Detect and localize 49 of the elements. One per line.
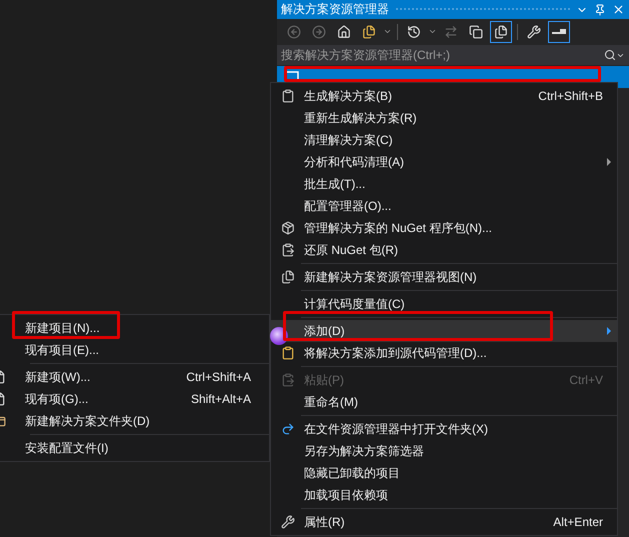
search-field[interactable]: 搜索解决方案资源管理器(Ctrl+;) (277, 45, 629, 65)
menu-item[interactable]: 管理解决方案的 NuGet 程序包(N)... (271, 217, 617, 239)
wrench-icon (280, 515, 294, 529)
sync-arrows-icon (444, 24, 458, 38)
search-icon (604, 49, 616, 61)
show-all-files-button[interactable] (490, 20, 512, 42)
files-icon (362, 24, 376, 38)
menu-item[interactable]: 批生成(T)... (271, 173, 617, 195)
menu-item[interactable]: 隐藏已卸载的项目 (271, 462, 617, 484)
menu-item[interactable]: 现有项目(E)... (0, 339, 269, 361)
menu-item[interactable]: 还原 NuGet 包(R) (271, 239, 617, 261)
menu-item[interactable]: 重新生成解决方案(R) (271, 107, 617, 129)
menu-item[interactable]: 加载项目依赖项 (271, 484, 617, 506)
menu-item[interactable]: 计算代码度量值(C) (271, 293, 617, 315)
wrench-icon (527, 24, 541, 38)
clipboard-icon (280, 89, 294, 103)
menu-item[interactable]: 生成解决方案(B) Ctrl+Shift+B (271, 85, 617, 107)
forward-icon (312, 24, 326, 38)
menu-item[interactable]: 分析和代码清理(A) (271, 151, 617, 173)
menu-item[interactable]: 安装配置文件(I) (0, 437, 269, 459)
menu-item[interactable]: 另存为解决方案筛选器 (271, 440, 617, 462)
menu-item[interactable]: 新建解决方案文件夹(D) (0, 410, 269, 432)
copy-icon (469, 24, 483, 38)
close-icon[interactable] (612, 3, 625, 16)
package-icon (280, 221, 294, 235)
pin-icon[interactable] (594, 4, 606, 16)
menu-item[interactable]: 新建项目(N)... (0, 317, 269, 339)
menu-item[interactable]: 属性(R) Alt+Enter (271, 511, 617, 533)
menu-item[interactable]: 新建解决方案资源管理器视图(N) (271, 266, 617, 288)
caret-icon[interactable] (428, 27, 437, 36)
caret-icon[interactable] (383, 27, 392, 36)
clipboard-icon (280, 346, 294, 360)
redo-arrow-icon (280, 422, 294, 436)
preview-button[interactable] (548, 20, 570, 42)
preview-icon (552, 28, 566, 34)
home-icon (337, 24, 351, 38)
clipboard-icon (280, 373, 294, 387)
menu-item[interactable]: 新建项(W)... Ctrl+Shift+A (0, 366, 269, 388)
back-icon (287, 24, 301, 38)
menu-item[interactable]: 清理解决方案(C) (271, 129, 617, 151)
menu-item[interactable]: 在文件资源管理器中打开文件夹(X) (271, 418, 617, 440)
clipboard-icon (280, 243, 294, 257)
menu-item[interactable]: 现有项(G)... Shift+Alt+A (0, 388, 269, 410)
panel-title: 解决方案资源管理器 (281, 1, 389, 18)
menu-item[interactable]: 配置管理器(O)... (271, 195, 617, 217)
menu-item[interactable]: 重命名(M) (271, 391, 617, 413)
history-icon (407, 24, 421, 38)
files-icon (494, 24, 508, 38)
menu-item[interactable]: 将解决方案添加到源代码管理(D)... (271, 342, 617, 364)
